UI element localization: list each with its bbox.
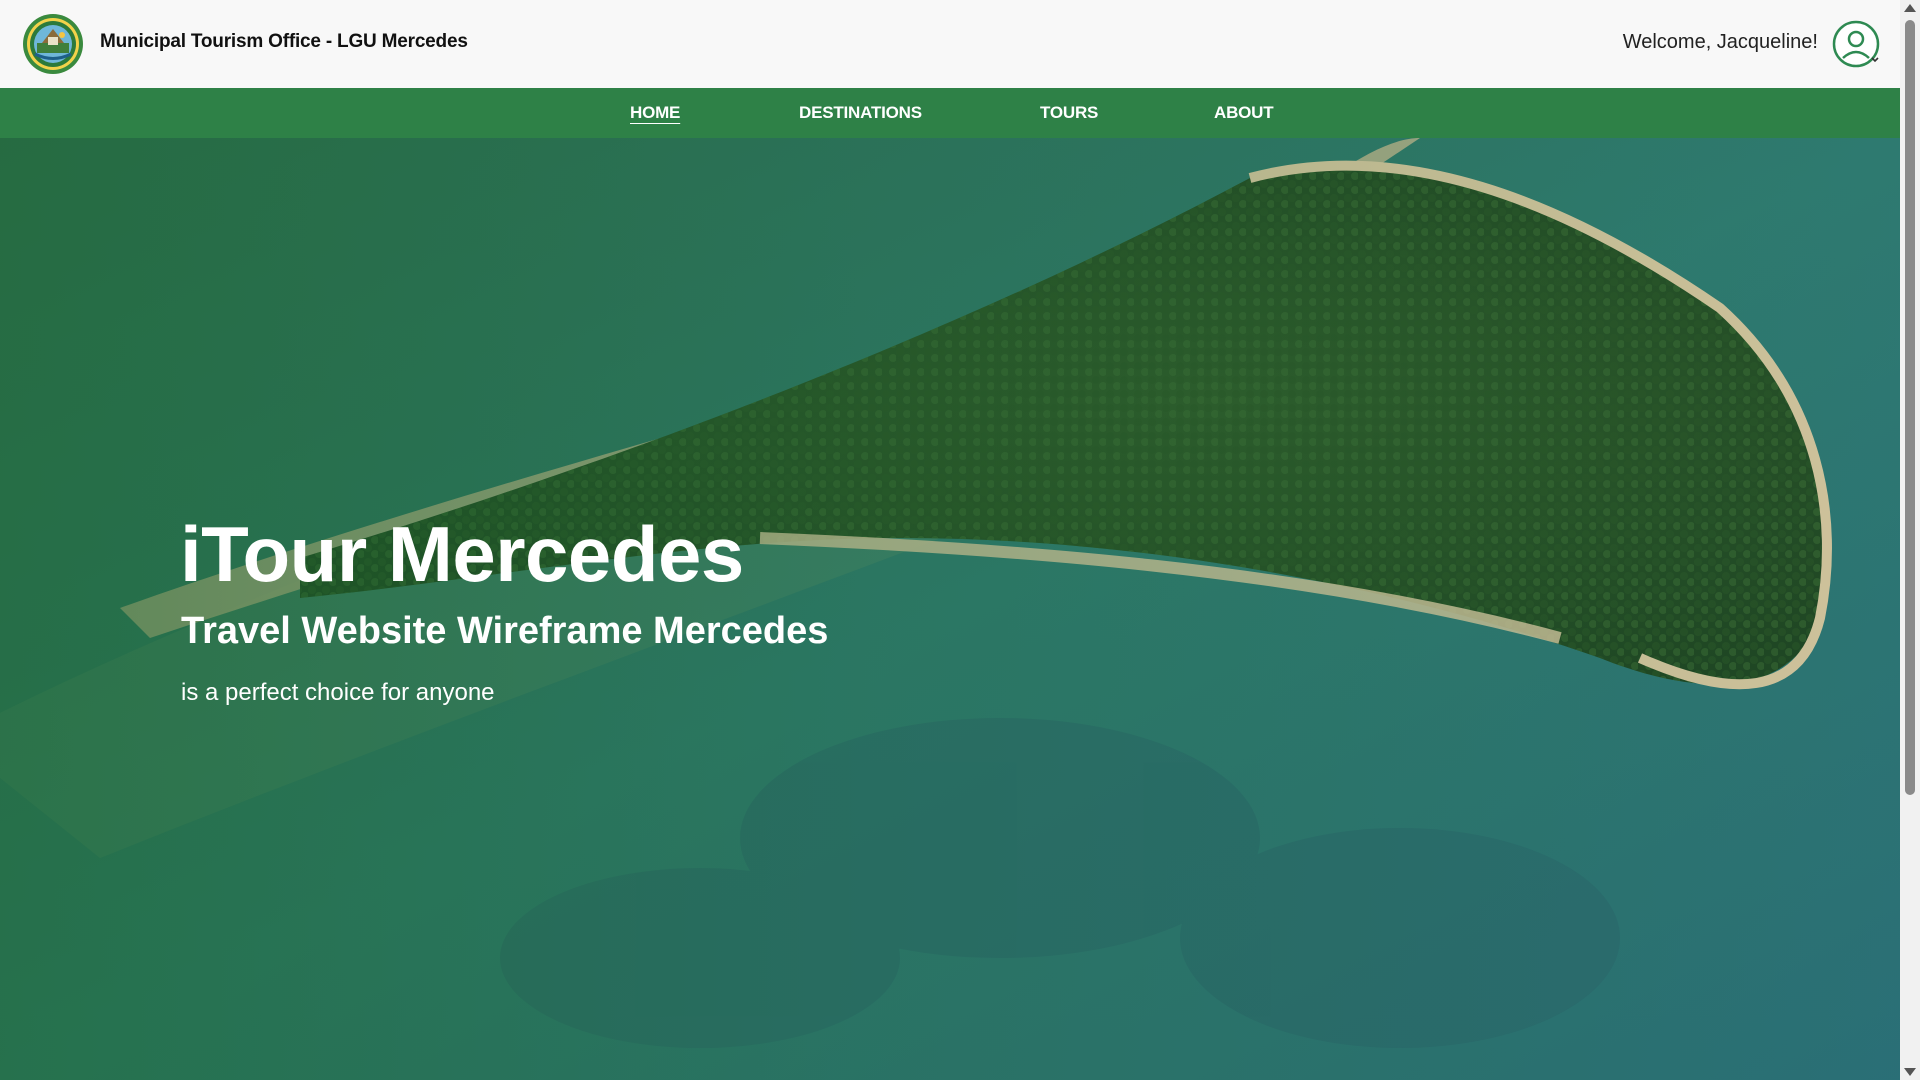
scroll-up-arrow-icon[interactable] — [1904, 4, 1916, 12]
top-header: Municipal Tourism Office - LGU Mercedes … — [0, 0, 1900, 88]
municipal-seal-logo[interactable] — [22, 13, 84, 75]
page-scrollbar[interactable] — [1900, 0, 1920, 1080]
hero-subtitle: Travel Website Wireframe Mercedes — [181, 610, 829, 652]
site-title: Municipal Tourism Office - LGU Mercedes — [100, 31, 468, 52]
nav-home[interactable]: HOME — [630, 103, 680, 123]
welcome-message: Welcome, Jacqueline! — [1622, 31, 1818, 53]
nav-tours[interactable]: TOURS — [1040, 103, 1098, 123]
hero-title: iTour Mercedes — [180, 510, 744, 598]
hero-section: iTour Mercedes Travel Website Wireframe … — [0, 138, 1900, 1080]
hero-tagline: is a perfect choice for anyone — [181, 679, 495, 706]
nav-destinations[interactable]: DESTINATIONS — [799, 103, 922, 123]
chevron-down-icon — [1871, 57, 1879, 63]
nav-about[interactable]: ABOUT — [1214, 103, 1274, 123]
scrollbar-thumb[interactable] — [1905, 20, 1915, 795]
main-navigation: HOME DESTINATIONS TOURS ABOUT — [0, 88, 1900, 138]
scroll-down-arrow-icon[interactable] — [1904, 1068, 1916, 1076]
user-avatar-icon[interactable] — [1832, 20, 1880, 68]
hero-overlay — [0, 138, 1900, 1080]
